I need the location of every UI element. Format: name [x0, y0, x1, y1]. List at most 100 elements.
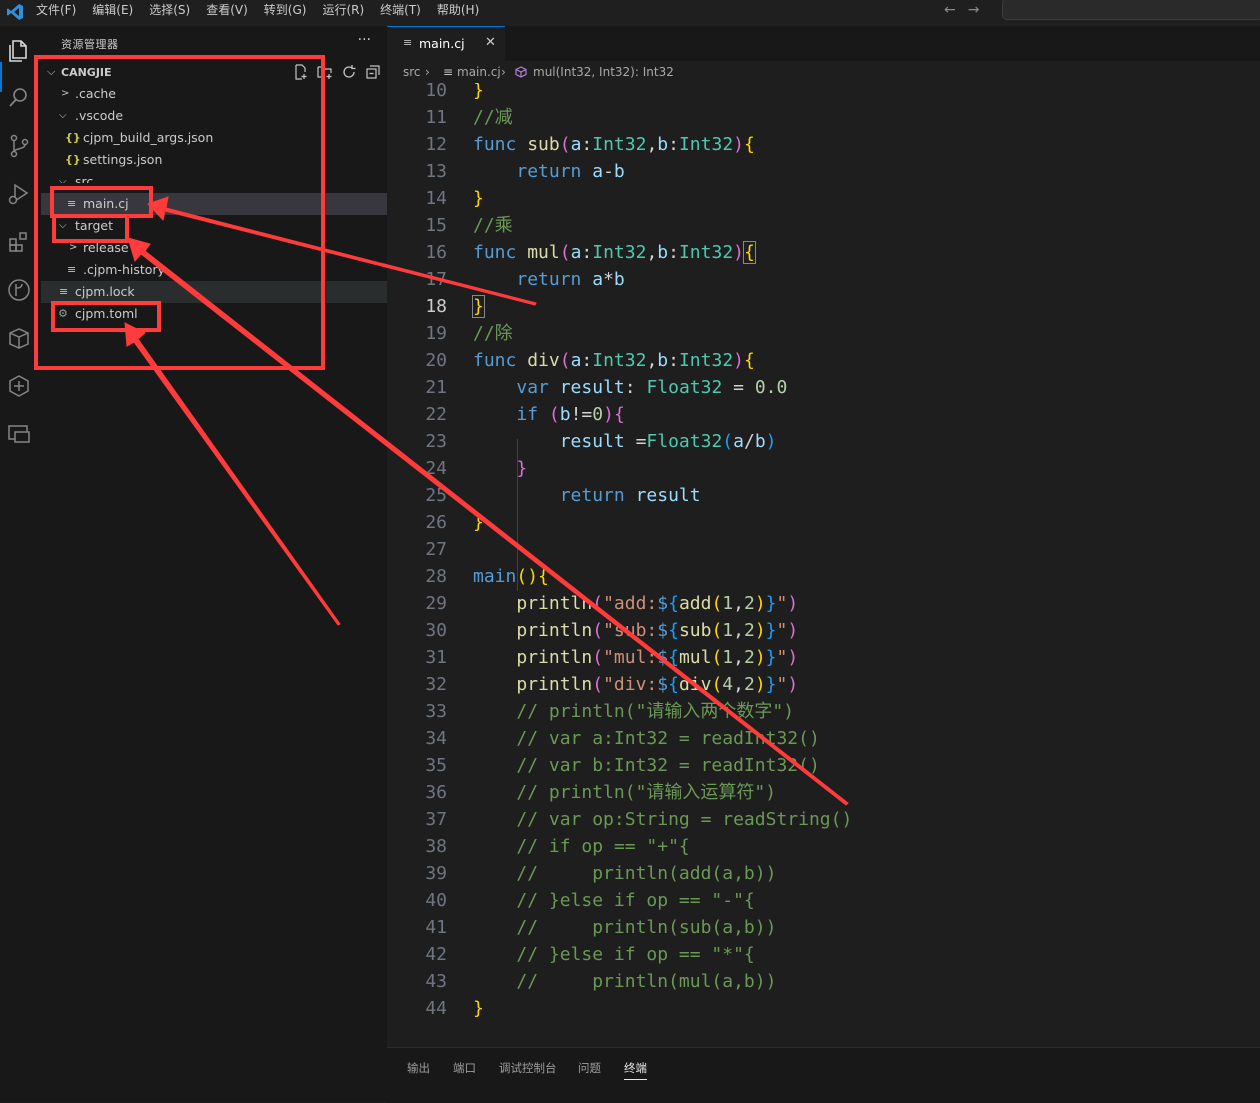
close-icon[interactable]: ✕ [485, 35, 496, 50]
cangjie-icon[interactable] [5, 372, 33, 400]
code-line: 40 // }else if op == "-"{ [425, 890, 755, 911]
code-line: 14} [425, 188, 484, 209]
code-line: 23 result =Float32(a/b) [425, 431, 777, 452]
menu-view[interactable]: 查看(V) [206, 0, 248, 22]
menu-go[interactable]: 转到(G) [264, 0, 307, 22]
chevron-down-icon: ⌵ [59, 110, 67, 121]
activity-bar [0, 26, 41, 1102]
breadcrumb-file[interactable]: main.cj [457, 65, 501, 79]
forward-arrow-icon[interactable]: → [968, 2, 980, 18]
code-line: 28 main(){ [425, 566, 549, 587]
back-arrow-icon[interactable]: ← [944, 2, 956, 18]
code-line: 36 // println("请输入运算符") [425, 782, 777, 803]
bottom-panel: 输出 端口 调试控制台 问题 终端 [387, 1047, 1260, 1103]
source-control-icon[interactable] [5, 132, 33, 160]
extensions-icon[interactable] [5, 228, 33, 256]
collapse-all-icon[interactable] [365, 64, 381, 80]
code-line: 21 var result: Float32 = 0.0 [425, 377, 788, 398]
code-line: 26} [425, 512, 484, 533]
run-debug-icon[interactable] [5, 180, 33, 208]
json-file-icon: {} [65, 153, 81, 166]
remote-explorer-icon[interactable] [5, 420, 33, 448]
menu-run[interactable]: 运行(R) [322, 0, 364, 22]
code-line: 42 // }else if op == "*"{ [425, 944, 755, 965]
panel-tab-terminal[interactable]: 终端 [624, 1060, 647, 1080]
tree-folder-cache[interactable]: > .cache [41, 83, 387, 105]
menu-terminal[interactable]: 终端(T) [380, 0, 421, 22]
tree-folder-src[interactable]: ⌵ src [41, 171, 387, 183]
code-editor[interactable]: 10} 11//减 12 func sub(a:Int32,b:Int32){ 1… [387, 83, 1260, 1047]
tree-folder-vscode[interactable]: ⌵ .vscode [41, 105, 387, 127]
code-line: 17 return a*b [425, 269, 625, 290]
active-indicator [0, 62, 2, 92]
panel-tab-problems[interactable]: 问题 [578, 1060, 601, 1076]
text-file-icon: ≡ [67, 197, 77, 210]
more-actions-icon[interactable]: ··· [358, 32, 371, 48]
tree-folder-release[interactable]: > release [41, 237, 387, 259]
code-line-current: 18} [425, 295, 485, 318]
text-file-icon: ≡ [67, 263, 77, 276]
workspace-name: CANGJIE [61, 66, 112, 79]
panel-tab-ports[interactable]: 端口 [453, 1060, 476, 1076]
refresh-icon[interactable] [341, 64, 357, 80]
code-line: 41 // println(sub(a,b)) [425, 917, 777, 938]
tree-file-settings[interactable]: {} settings.json [41, 149, 387, 171]
code-line: 24 } [425, 458, 528, 479]
tab-label: main.cj [419, 36, 465, 51]
title-bar: 文件(F) 编辑(E) 选择(S) 查看(V) 转到(G) 运行(R) 终端(T… [0, 0, 1260, 26]
code-line: 27 [425, 539, 447, 560]
code-line: 34 // var a:Int32 = readInt32() [425, 728, 820, 749]
menu-file[interactable]: 文件(F) [36, 0, 76, 22]
chevron-down-icon: ⌵ [59, 220, 67, 231]
search-icon[interactable] [5, 84, 33, 112]
code-line: 16 func mul(a:Int32,b:Int32){ [425, 241, 756, 264]
code-line: 39 // println(add(a,b)) [425, 863, 777, 884]
explorer-icon[interactable] [5, 36, 33, 64]
code-line: 37 // var op:String = readString() [425, 809, 853, 830]
chevron-right-icon: > [69, 242, 78, 253]
code-line: 20 func div(a:Int32,b:Int32){ [425, 350, 755, 371]
text-file-icon: ≡ [403, 36, 413, 49]
code-line: 13 return a-b [425, 161, 625, 182]
package-icon[interactable] [5, 324, 33, 352]
command-center[interactable] [1002, 0, 1260, 20]
code-line: 35 // var b:Int32 = readInt32() [425, 755, 820, 776]
code-line: 43 // println(mul(a,b)) [425, 971, 777, 992]
json-file-icon: {} [65, 131, 81, 144]
explorer-sidebar: 资源管理器 ··· ⌵ CANGJIE > .cache ⌵ .vscode {… [41, 26, 387, 1102]
menu-selection[interactable]: 选择(S) [149, 0, 190, 22]
code-line: 15//乘 [425, 215, 513, 236]
chevron-down-icon: ⌵ [47, 65, 56, 78]
code-line: 22 if (b!=0){ [425, 404, 625, 425]
tree-folder-target[interactable]: ⌵ target [41, 215, 387, 237]
tree-file-cjpm-build-args[interactable]: {} cjpm_build_args.json [41, 127, 387, 149]
breadcrumb-symbol[interactable]: mul(Int32, Int32): Int32 [533, 65, 674, 79]
new-folder-icon[interactable] [317, 64, 333, 80]
tree-file-cjpm-toml[interactable]: ⚙ cjpm.toml [41, 303, 387, 325]
tab-main-cj[interactable]: ≡ main.cj ✕ [387, 26, 505, 62]
gear-icon: ⚙ [58, 307, 68, 320]
code-line: 11//减 [425, 107, 513, 128]
code-line: 25 return result [425, 485, 701, 506]
menu-edit[interactable]: 编辑(E) [92, 0, 133, 22]
vscode-logo-icon [7, 4, 23, 20]
code-line: 10} [425, 83, 484, 101]
workspace-section[interactable]: ⌵ CANGJIE [41, 64, 387, 84]
tree-file-cjpm-history[interactable]: ≡ .cjpm-history [41, 259, 387, 281]
tree-file-cjpm-lock[interactable]: ≡ cjpm.lock [41, 281, 387, 303]
panel-tab-output[interactable]: 输出 [407, 1060, 430, 1076]
git-graph-icon[interactable] [5, 276, 33, 304]
code-line: 44} [425, 998, 484, 1019]
new-file-icon[interactable] [293, 64, 309, 80]
code-line: 31 println("mul:${mul(1,2)}") [425, 647, 799, 668]
chevron-right-icon: > [61, 88, 70, 99]
text-file-icon: ≡ [443, 65, 454, 79]
breadcrumb-folder[interactable]: src [403, 65, 421, 79]
code-line: 38 // if op == "+"{ [425, 836, 690, 857]
menu-help[interactable]: 帮助(H) [437, 0, 479, 22]
chevron-right-icon: › [501, 65, 506, 79]
panel-tab-debug-console[interactable]: 调试控制台 [499, 1060, 557, 1076]
breadcrumb: src › ≡ main.cj › mul(Int32, Int32): Int… [387, 61, 1260, 83]
code-line: 32 println("div:${div(4,2)}") [425, 674, 799, 695]
tree-file-main-cj[interactable]: ≡ main.cj [41, 193, 387, 215]
